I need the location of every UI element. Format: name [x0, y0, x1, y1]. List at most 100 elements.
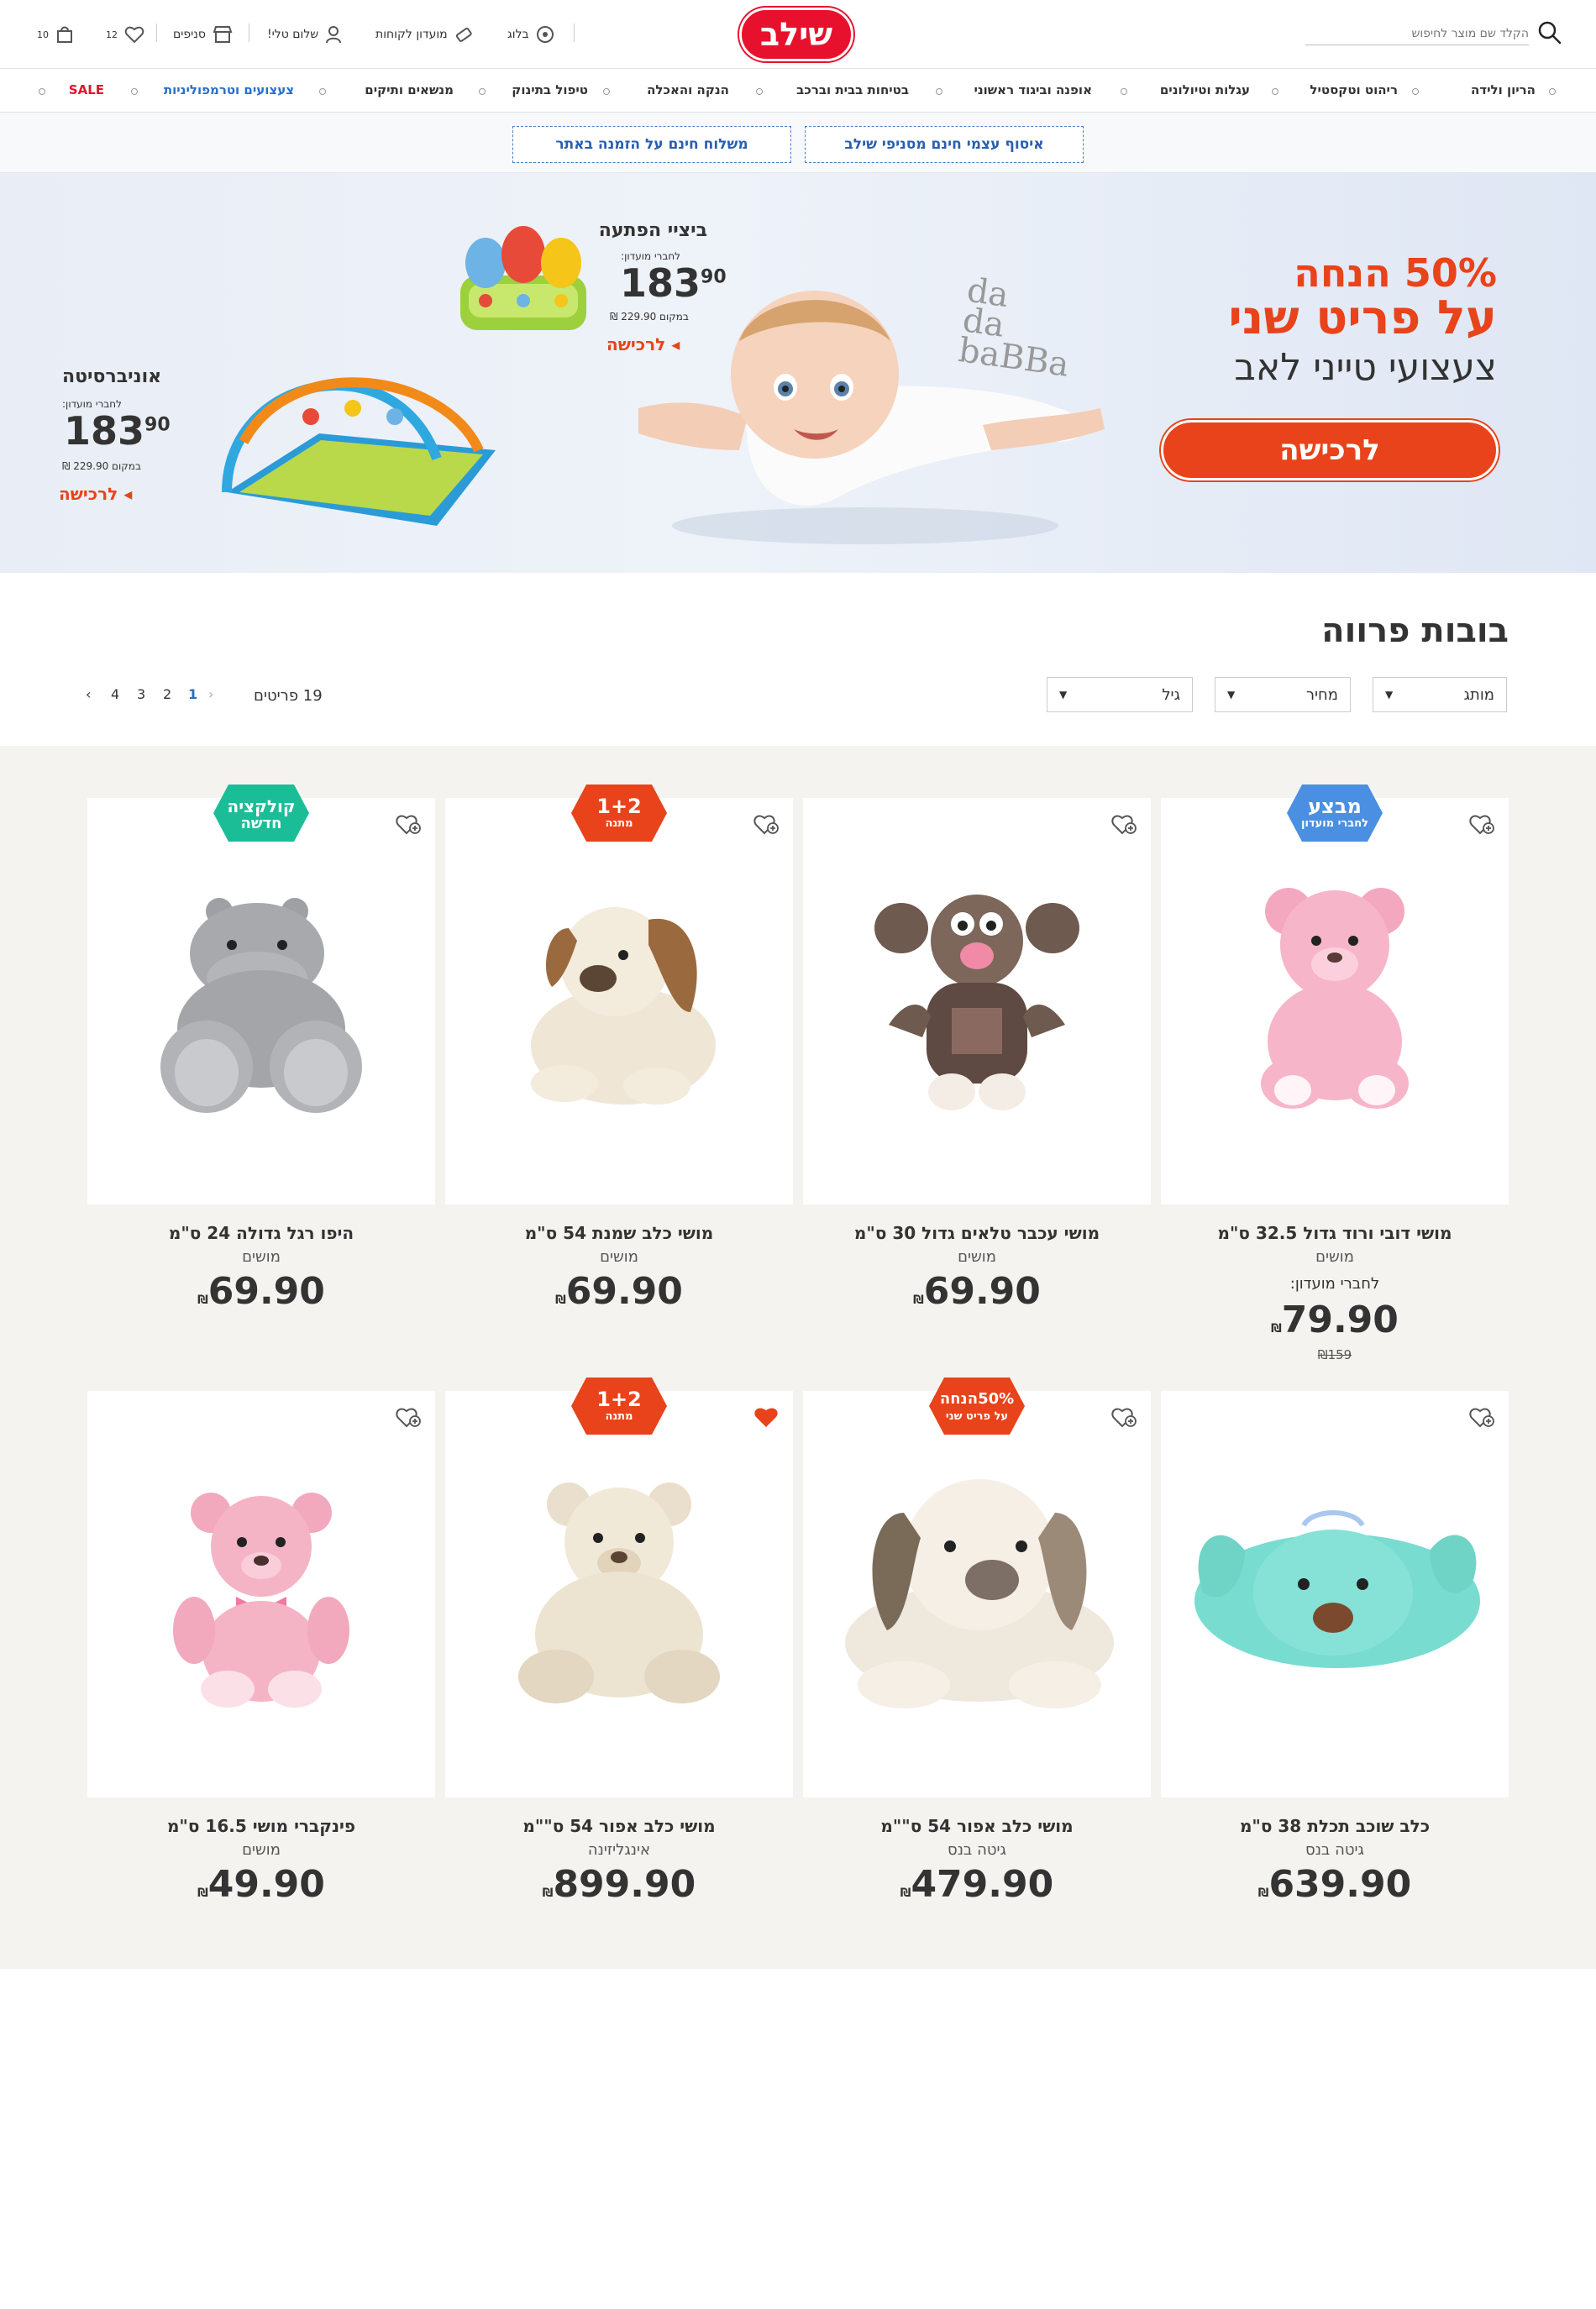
product-name[interactable]: מושי דובי ורוד גדול 32.5 ס"מ [1161, 1223, 1509, 1243]
nav-item-fashion[interactable]: אופנה וביגוד ראשוני [974, 82, 1092, 97]
hero-product1-name[interactable]: ביציי הפתעה [599, 220, 707, 241]
price-value: 899.90 [553, 1863, 696, 1906]
nav-separator [1412, 88, 1419, 95]
blog-label: בלוג [507, 28, 529, 41]
product-name[interactable]: מושי כלב אפור 54 ס""מ [803, 1816, 1151, 1836]
filter-age[interactable]: גיל ▼ [1047, 677, 1193, 712]
nav-item-toys[interactable]: צעצועים וטרמפוליניות [164, 82, 294, 97]
product-brand: גיטה בנס [1305, 1841, 1364, 1859]
free-shipping-button[interactable]: משלוח חינם על הזמנה באתר [512, 126, 791, 163]
page-3[interactable]: 3 [137, 686, 145, 702]
product-name[interactable]: כלב שוכב תכלת 38 ס"מ [1161, 1816, 1509, 1836]
wishlist-add-icon[interactable] [753, 811, 780, 837]
stores-label: סניפים [173, 28, 206, 41]
nav-separator [319, 88, 326, 95]
price-value: 479.90 [911, 1863, 1054, 1906]
nav-item-strollers[interactable]: עגלות וטיולונים [1160, 82, 1250, 97]
page-4[interactable]: 4 [111, 686, 119, 702]
stores-link[interactable]: סניפים [173, 25, 233, 44]
heart-icon [124, 26, 144, 44]
badge-subtext: מתנה [605, 817, 633, 830]
product-name[interactable]: מושי כלב שמנת 54 ס"מ [445, 1223, 793, 1243]
header-divider [574, 24, 575, 42]
nav-item-pregnancy[interactable]: הריון ולידה [1471, 82, 1536, 97]
product-card[interactable] [803, 798, 1151, 1204]
product-price: ₪79.90 [1271, 1299, 1399, 1341]
wishlist-add-icon[interactable] [395, 1404, 422, 1430]
logo-text: שילב [759, 16, 833, 53]
price-main: 183 [620, 260, 701, 306]
wishlist-link[interactable]: 12 [106, 25, 144, 44]
product-card[interactable] [1161, 1391, 1509, 1797]
hero-product2-name[interactable]: אוניברסיטה [62, 366, 161, 387]
chevron-left-icon[interactable]: ‹ [86, 686, 91, 702]
promo-badge: קולקציה חדשה [213, 785, 309, 842]
chevron-right-icon[interactable]: › [208, 686, 213, 702]
wishlist-add-icon[interactable] [1468, 811, 1495, 837]
filter-price[interactable]: מחיר ▼ [1215, 677, 1351, 712]
product-card[interactable]: 1+2 מתנה [445, 1378, 793, 1797]
hero-product2-price: 18390 [64, 408, 171, 454]
page-title: בובות פרווה [1321, 611, 1509, 650]
product-brand: מושים [242, 1841, 281, 1859]
product-brand: אינגליזינה [587, 1841, 651, 1859]
site-header: שילב בלוג מועדון לקוחות שלום טלי! סניפים… [0, 0, 1596, 69]
user-greeting[interactable]: שלום טלי! [267, 25, 342, 44]
product-name[interactable]: היפו רגל גדולה 24 ס"מ [87, 1223, 435, 1243]
product-price: ₪899.90 [542, 1863, 696, 1906]
pinkberry-bear-plush-image [173, 1493, 349, 1708]
page-1[interactable]: 1 [188, 686, 197, 702]
product-card[interactable]: 1+2 מתנה [445, 785, 793, 1204]
price-main: 183 [64, 408, 145, 454]
wishlist-add-icon[interactable] [1468, 1404, 1495, 1430]
product-card[interactable]: 50%הנחה על פריט שני [803, 1378, 1151, 1797]
wishlist-add-icon[interactable] [395, 811, 422, 837]
search-input[interactable] [1305, 22, 1529, 45]
grey-dog-plush-image [845, 1479, 1114, 1708]
nav-item-feeding[interactable]: הנקה והאכלה [647, 82, 729, 97]
page-2[interactable]: 2 [163, 686, 171, 702]
badge-text: 50%הנחה [939, 1390, 1015, 1408]
old-price: ₪159 [1317, 1347, 1352, 1362]
hero-buy-button[interactable]: לרכישה [1161, 420, 1499, 480]
nav-separator [603, 88, 610, 95]
filter-brand[interactable]: מותג ▼ [1373, 677, 1507, 712]
product-name[interactable]: מושי עכבר טלאים גדול 30 ס"מ [803, 1223, 1151, 1243]
nav-item-carriers[interactable]: מנשאים ותיקים [365, 82, 454, 97]
price-cents: 90 [144, 414, 171, 436]
product-card[interactable]: קולקציה חדשה [87, 785, 435, 1204]
store-icon [213, 26, 233, 43]
hero-product1-old: במקום 229.90 ₪ [610, 311, 689, 323]
search-bar [1302, 18, 1562, 47]
free-pickup-button[interactable]: איסוף עצמי חינם מסניפי שילב [805, 126, 1084, 163]
hero-product2-buy[interactable]: ◂ לרכישה [59, 484, 132, 504]
site-logo[interactable]: שילב [739, 8, 853, 61]
product-card[interactable]: מבצע לחברי מועדון [1161, 785, 1509, 1204]
nav-item-sale[interactable]: SALE [69, 82, 104, 97]
hero-product1-price: 18390 [620, 260, 727, 306]
blog-link[interactable]: בלוג [507, 25, 554, 44]
price-cents: 90 [701, 266, 727, 288]
main-navigation: הריון ולידה ריהוט וטקסטיל עגלות וטיולוני… [0, 69, 1596, 113]
product-price: ₪479.90 [900, 1863, 1054, 1906]
wishlist-filled-icon[interactable] [753, 1404, 780, 1430]
search-icon[interactable] [1537, 20, 1562, 45]
product-name[interactable]: מושי כלב אפור 54 ס""מ [445, 1816, 793, 1836]
nav-item-furniture[interactable]: ריהוט וטקסטיל [1310, 82, 1398, 97]
hero-product2-old: במקום 229.90 ₪ [62, 460, 141, 472]
price-value: 69.90 [565, 1270, 683, 1313]
hero-product1-buy[interactable]: ◂ לרכישה [606, 334, 680, 354]
badge-text: 1+2 [596, 1388, 642, 1411]
customer-club-link[interactable]: מועדון לקוחות [375, 25, 473, 44]
product-card[interactable] [87, 1391, 435, 1797]
cart-link[interactable]: 10 [37, 25, 74, 44]
turquoise-dog-plush-image [1194, 1510, 1480, 1668]
product-name[interactable]: פינקברי מושי 16.5 ס"מ [87, 1816, 435, 1836]
wishlist-add-icon[interactable] [1110, 1404, 1137, 1430]
product-price: ₪69.90 [913, 1270, 1041, 1313]
greeting-label: שלום טלי! [267, 28, 319, 41]
wishlist-add-icon[interactable] [1110, 811, 1137, 837]
nav-item-safety[interactable]: בטיחות בבית וברכב [796, 82, 909, 97]
hero-banner[interactable]: 50% הנחה על פריט שני צעצועי טייני לאב לר… [0, 173, 1596, 573]
nav-item-baby-care[interactable]: טיפול בתינוק [512, 82, 588, 97]
